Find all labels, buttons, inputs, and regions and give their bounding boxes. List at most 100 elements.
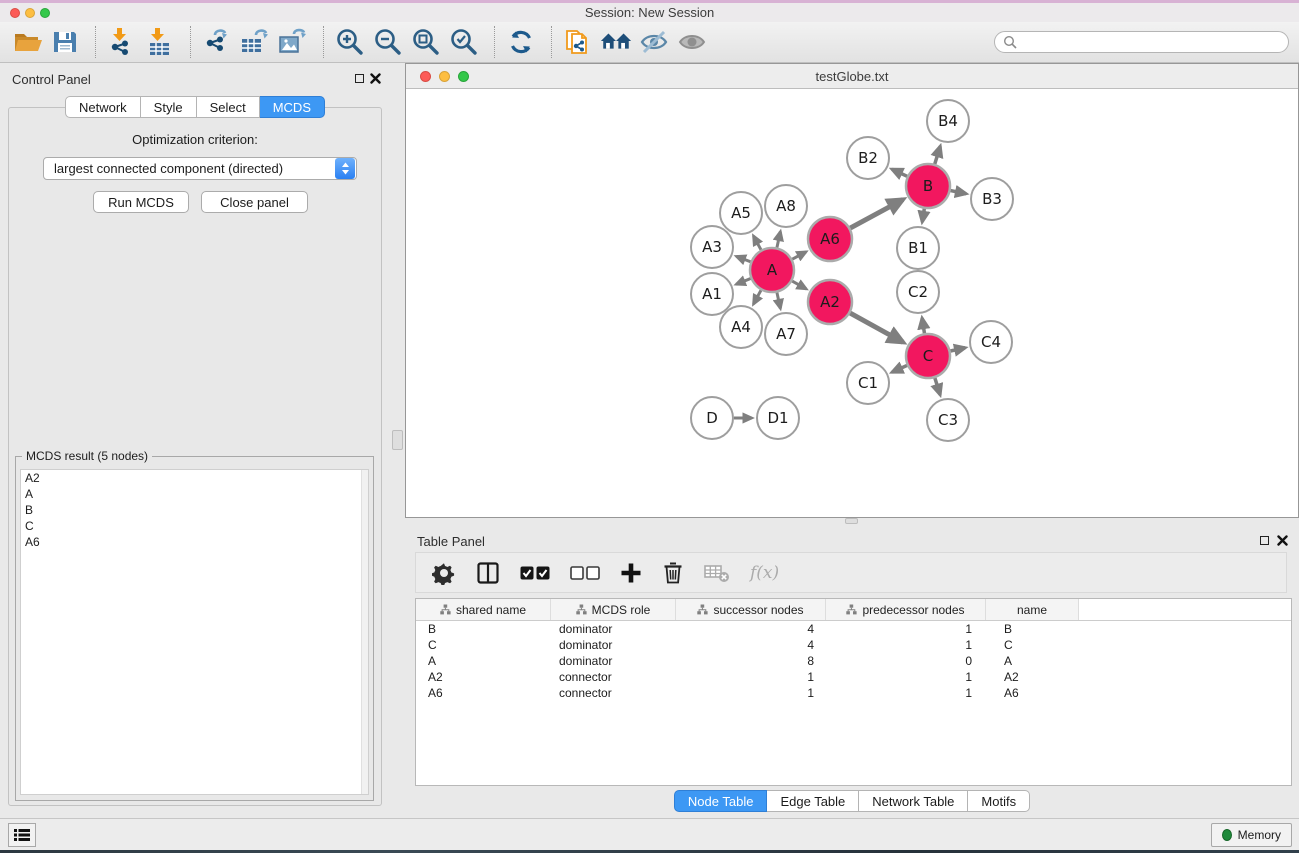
task-history-button[interactable]: [8, 823, 36, 847]
node-A2[interactable]: A2: [808, 280, 852, 324]
node-A4[interactable]: A4: [720, 306, 762, 348]
import-network-icon[interactable]: [105, 25, 139, 59]
cell-name[interactable]: C: [986, 637, 1079, 653]
node-B2[interactable]: B2: [847, 137, 889, 179]
edge-A-A8[interactable]: [777, 231, 781, 247]
node-A5[interactable]: A5: [720, 192, 762, 234]
edge-C-C4[interactable]: [950, 348, 965, 351]
node-B3[interactable]: B3: [971, 178, 1013, 220]
cell-predecessor-nodes[interactable]: 1: [826, 669, 986, 685]
node-B1[interactable]: B1: [897, 227, 939, 269]
close-table-panel-icon[interactable]: [1277, 535, 1288, 546]
float-panel-icon[interactable]: [355, 74, 364, 83]
cell-predecessor-nodes[interactable]: 1: [826, 685, 986, 701]
export-network-icon[interactable]: [200, 25, 234, 59]
node-C4[interactable]: C4: [970, 321, 1012, 363]
cell-predecessor-nodes[interactable]: 1: [826, 621, 986, 637]
edge-A-A2[interactable]: [792, 281, 806, 289]
cell-MCDS-role[interactable]: dominator: [551, 621, 676, 637]
column-header-name[interactable]: name: [986, 599, 1079, 620]
column-header-shared-name[interactable]: shared name: [416, 599, 551, 620]
table-row[interactable]: Bdominator41B: [416, 621, 1291, 637]
edge-A-A6[interactable]: [792, 252, 806, 259]
table-row[interactable]: Adominator80A: [416, 653, 1291, 669]
select-all-icon[interactable]: [520, 559, 550, 587]
network-graph[interactable]: AA1A2A3A4A5A6A7A8BB1B2B3B4CC1C2C3C4DD1: [406, 89, 1298, 517]
delete-table-icon[interactable]: [704, 559, 730, 587]
cell-MCDS-role[interactable]: dominator: [551, 653, 676, 669]
node-D[interactable]: D: [691, 397, 733, 439]
gear-icon[interactable]: [432, 559, 456, 587]
cell-successor-nodes[interactable]: 1: [676, 685, 826, 701]
tab-node-table[interactable]: Node Table: [674, 790, 768, 812]
zoom-fit-icon[interactable]: [409, 25, 443, 59]
cell-successor-nodes[interactable]: 4: [676, 637, 826, 653]
edge-A-A5[interactable]: [753, 236, 761, 250]
cell-MCDS-role[interactable]: connector: [551, 685, 676, 701]
tab-network[interactable]: Network: [65, 96, 141, 118]
run-mcds-button[interactable]: Run MCDS: [93, 191, 189, 213]
node-C[interactable]: C: [906, 334, 950, 378]
cell-predecessor-nodes[interactable]: 1: [826, 637, 986, 653]
overview-homes-icon[interactable]: [599, 25, 633, 59]
tab-select[interactable]: Select: [197, 96, 260, 118]
session-file-icon[interactable]: [561, 25, 595, 59]
cell-name[interactable]: B: [986, 621, 1079, 637]
cell-MCDS-role[interactable]: connector: [551, 669, 676, 685]
edge-B-B3[interactable]: [951, 191, 967, 194]
tab-edge-table[interactable]: Edge Table: [767, 790, 859, 812]
export-table-icon[interactable]: [238, 25, 272, 59]
edge-A-A1[interactable]: [736, 279, 750, 285]
cell-MCDS-role[interactable]: dominator: [551, 637, 676, 653]
cell-shared-name[interactable]: A2: [416, 669, 551, 685]
cell-shared-name[interactable]: A: [416, 653, 551, 669]
network-canvas[interactable]: AA1A2A3A4A5A6A7A8BB1B2B3B4CC1C2C3C4DD1: [406, 89, 1298, 517]
zoom-out-icon[interactable]: [371, 25, 405, 59]
node-A1[interactable]: A1: [691, 273, 733, 315]
tab-network-table[interactable]: Network Table: [859, 790, 968, 812]
tab-style[interactable]: Style: [141, 96, 197, 118]
search-field[interactable]: [994, 31, 1289, 53]
add-column-icon[interactable]: [620, 559, 642, 587]
edge-C-C1[interactable]: [892, 365, 907, 372]
table-row[interactable]: A2connector11A2: [416, 669, 1291, 685]
edge-C-C3[interactable]: [935, 378, 940, 395]
list-scrollbar[interactable]: [361, 470, 368, 794]
zoom-selected-icon[interactable]: [447, 25, 481, 59]
cell-name[interactable]: A: [986, 653, 1079, 669]
tab-motifs[interactable]: Motifs: [968, 790, 1030, 812]
import-table-icon[interactable]: [143, 25, 177, 59]
close-panel-icon[interactable]: [370, 73, 381, 84]
search-input[interactable]: [1017, 33, 1288, 51]
edge-C-C2[interactable]: [922, 318, 924, 333]
node-B[interactable]: B: [906, 164, 950, 208]
node-A8[interactable]: A8: [765, 185, 807, 227]
edge-A-A7[interactable]: [777, 292, 781, 308]
open-session-icon[interactable]: [10, 25, 44, 59]
horizontal-split-grip[interactable]: [845, 518, 858, 524]
mcds-result-item[interactable]: B: [21, 502, 368, 518]
zoom-in-icon[interactable]: [333, 25, 367, 59]
tab-mcds[interactable]: MCDS: [260, 96, 325, 118]
node-A6[interactable]: A6: [808, 217, 852, 261]
show-panel-eye-icon[interactable]: [675, 25, 709, 59]
cell-shared-name[interactable]: A6: [416, 685, 551, 701]
node-B4[interactable]: B4: [927, 100, 969, 142]
hide-panel-eye-slash-icon[interactable]: [637, 25, 671, 59]
export-image-icon[interactable]: [276, 25, 310, 59]
edge-B-B4[interactable]: [935, 146, 940, 164]
table-row[interactable]: A6connector11A6: [416, 685, 1291, 701]
cell-predecessor-nodes[interactable]: 0: [826, 653, 986, 669]
cell-successor-nodes[interactable]: 8: [676, 653, 826, 669]
mcds-result-item[interactable]: A: [21, 486, 368, 502]
cell-name[interactable]: A6: [986, 685, 1079, 701]
cell-successor-nodes[interactable]: 4: [676, 621, 826, 637]
edge-A-A4[interactable]: [753, 290, 761, 304]
close-panel-button[interactable]: Close panel: [201, 191, 308, 213]
cell-name[interactable]: A2: [986, 669, 1079, 685]
node-A3[interactable]: A3: [691, 226, 733, 268]
node-C2[interactable]: C2: [897, 271, 939, 313]
node-A7[interactable]: A7: [765, 313, 807, 355]
edge-A6-B[interactable]: [850, 200, 903, 229]
mcds-result-item[interactable]: A2: [21, 470, 368, 486]
